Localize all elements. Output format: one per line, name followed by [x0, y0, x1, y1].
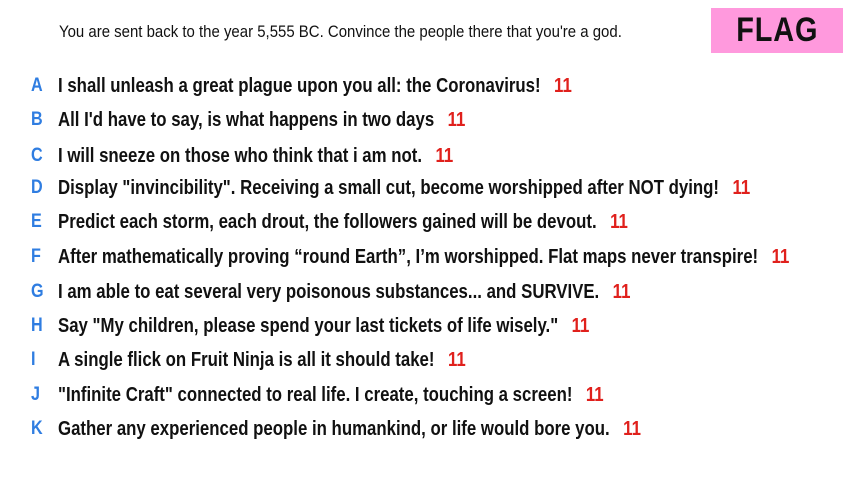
answer-letter: J	[31, 384, 40, 405]
answer-score: 11	[732, 176, 751, 199]
answer-score: 11	[623, 417, 641, 440]
answer-score: 11	[447, 108, 466, 131]
answer-letter: G	[31, 281, 44, 302]
answer-text: Predict each storm, each drout, the foll…	[58, 210, 597, 233]
answer-text: Say "My children, please spend your last…	[58, 314, 559, 337]
answer-score: 11	[554, 74, 572, 97]
question-prompt: You are sent back to the year 5,555 BC. …	[59, 22, 622, 41]
answer-text: I shall unleash a great plague upon you …	[58, 74, 541, 97]
answer-text: A single flick on Fruit Ninja is all it …	[58, 348, 435, 371]
answer-score: 11	[610, 210, 628, 233]
answer-letter: I	[31, 349, 36, 370]
answer-text: Display "invincibility". Receiving a sma…	[58, 176, 720, 199]
answer-score: 11	[571, 314, 590, 337]
answer-score: 11	[771, 245, 790, 268]
answer-letter: F	[31, 246, 41, 267]
answer-letter: H	[31, 315, 43, 336]
answer-letter: D	[31, 177, 43, 198]
answer-letter: B	[31, 109, 43, 130]
answer-letter: K	[31, 418, 43, 439]
flag-label: FLAG	[735, 11, 819, 49]
answer-text: "Infinite Craft" connected to real life.…	[58, 383, 573, 406]
answer-score: 11	[612, 280, 631, 303]
answer-score: 11	[435, 144, 454, 167]
answer-score: 11	[447, 348, 466, 371]
answer-letter: E	[31, 211, 42, 232]
answer-text: I will sneeze on those who think that i …	[58, 144, 423, 167]
answer-text: I am able to eat several very poisonous …	[58, 280, 600, 303]
answer-letter: C	[31, 145, 43, 166]
answer-score: 11	[585, 383, 604, 406]
answer-letter: A	[31, 75, 43, 96]
answer-text: Gather any experienced people in humanki…	[58, 417, 610, 440]
answer-text: All I'd have to say, is what happens in …	[58, 108, 435, 131]
flag-button[interactable]: FLAG	[711, 8, 843, 53]
answer-text: After mathematically proving “round Eart…	[58, 245, 759, 268]
